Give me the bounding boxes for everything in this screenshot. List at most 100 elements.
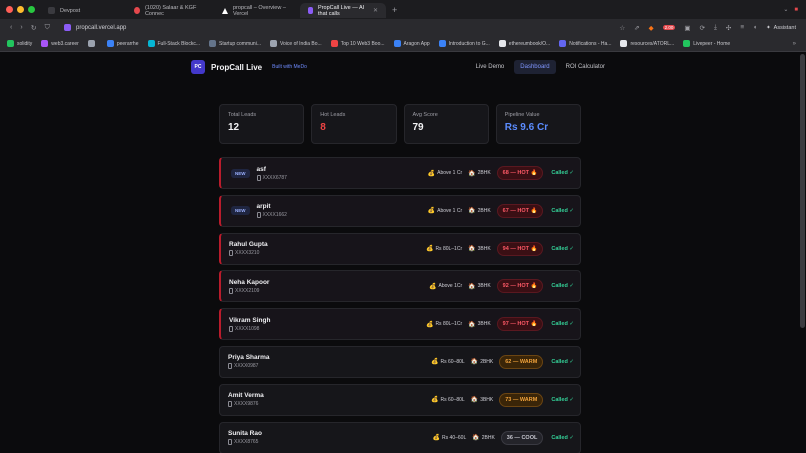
call-status: Called ✓ [551, 396, 574, 403]
bookmark-label: Top 10 Web3 Boo... [340, 40, 385, 47]
nav-live-demo[interactable]: Live Demo [470, 60, 511, 74]
browser-tab[interactable]: Devpost [40, 3, 126, 18]
url-field[interactable]: propcall.vercel.app [64, 24, 126, 31]
lead-name: arpit [256, 203, 271, 211]
bookmark-label: Full-Stack Blockc... [157, 40, 201, 47]
lead-row[interactable]: Amit Verma XXXX9876 💰 Rs 60–80L 🏠 3BHK 73 — WA… [219, 383, 581, 416]
lead-row[interactable]: Vikram Singh XXXX1098 💰 Rs 80L–1Cr 🏠 3BHK 97 —… [219, 308, 581, 341]
bookmark-item[interactable]: web3.career [41, 40, 79, 47]
bookmark-item[interactable]: Livepeer - Home [683, 40, 730, 47]
lead-row[interactable]: NEW asf XXXX6787 💰 Above 1 Cr 🏠 2BHK 68 — HOT 🔥… [219, 157, 581, 189]
bookmark-item[interactable]: Aragon App [393, 40, 430, 47]
phone-icon [228, 401, 232, 408]
site-info-icon[interactable] [64, 24, 71, 31]
tab-label: Devpost [60, 7, 81, 14]
bookmark-item[interactable]: Full-Stack Blockc... [147, 40, 201, 47]
nav-roi-calculator[interactable]: ROI Calculator [560, 60, 611, 74]
minimize-window-button[interactable] [17, 6, 24, 13]
bookmark-favicon-icon [209, 40, 217, 47]
bookmark-item[interactable]: Startup communi... [209, 40, 261, 47]
lead-row[interactable]: Sunita Rao XXXX8765 💰 Rs 40–60L 🏠 2BHK 36 — CO… [219, 421, 581, 453]
stat-card-total-leads: Total Leads 12 [219, 104, 305, 144]
budget-chip: 💰 Above 1 Cr [428, 207, 463, 215]
new-tab-button[interactable]: + [386, 5, 403, 15]
lead-meta: 💰 Rs 60–80L 🏠 3BHK 73 — WARM Called ✓ [431, 392, 574, 407]
lead-identity: Amit Verma XXXX9876 [228, 392, 264, 408]
budget-text: Rs 60–80L [440, 396, 465, 403]
extensions-icon[interactable]: ✣ [726, 24, 731, 32]
lead-row[interactable]: NEW arpit XXXX1662 💰 Above 1 Cr 🏠 2BHK 67 — HOT… [219, 194, 581, 227]
bhk-chip: 🏠 2BHK [468, 170, 491, 177]
bookmark-item[interactable]: Voice of India Bo... [269, 40, 322, 47]
more-bookmarks-icon[interactable]: » [793, 41, 806, 47]
forward-icon[interactable]: › [20, 24, 22, 32]
lead-phone: XXXX1662 [256, 212, 287, 219]
reload-icon[interactable]: ↻ [31, 24, 37, 32]
maximize-window-button[interactable] [28, 6, 35, 13]
budget-text: Rs 40–60L [442, 434, 467, 441]
bookmark-item[interactable]: resources/ATORL... [620, 40, 674, 47]
call-status: Called ✓ [551, 321, 574, 328]
wallet-icon[interactable]: ▣ [684, 24, 690, 32]
nav-dashboard[interactable]: Dashboard [514, 60, 556, 74]
leo-icon[interactable]: ◖ [753, 24, 757, 31]
bookmark-label: ethereumbook/O... [508, 40, 551, 47]
lead-identity: Neha Kapoor XXXX2109 [229, 279, 269, 294]
bookmark-label: Aragon App [403, 40, 430, 47]
bookmark-item[interactable]: solidity [7, 40, 32, 47]
bookmark-item[interactable] [87, 40, 98, 47]
stat-card-hot-leads: Hot Leads 8 [311, 104, 397, 144]
bookmark-item[interactable]: Top 10 Web3 Boo... [330, 40, 385, 47]
lead-meta: 💰 Rs 40–60L 🏠 2BHK 36 — COOL Called ✓ [433, 430, 574, 445]
share-icon[interactable]: ⇗ [634, 24, 639, 32]
bookmark-item[interactable]: ethereumbook/O... [498, 40, 551, 47]
lead-meta: 💰 Rs 80L–1Cr 🏠 3BHK 94 — HOT 🔥 Called ✓ [426, 241, 574, 256]
star-icon[interactable]: ☆ [619, 24, 625, 32]
menu-icon[interactable]: ≡ [740, 24, 744, 31]
lead-phone-number: XXXX2109 [235, 287, 260, 294]
bhk-text: 3BHK [480, 396, 494, 403]
download-icon[interactable]: ⤓ [714, 24, 717, 32]
house-icon: 🏠 [468, 283, 476, 290]
built-with-link[interactable]: Built with MeDo [272, 64, 307, 70]
close-window-button[interactable] [6, 6, 13, 13]
lead-name: Rahul Gupta [229, 241, 268, 249]
chevron-down-icon[interactable]: ⌄ [783, 6, 788, 13]
lead-phone-number: XXXX6787 [262, 174, 287, 181]
lead-identity: Sunita Rao XXXX8765 [228, 430, 262, 446]
browser-tab[interactable]: (1020) Salaar & KGF Connec [126, 3, 214, 18]
bhk-text: 2BHK [477, 170, 491, 176]
lead-name: Priya Sharma [228, 354, 270, 362]
lead-phone-number: XXXX1098 [235, 325, 260, 332]
lead-row[interactable]: Neha Kapoor XXXX2109 💰 Above 1Cr 🏠 3BHK 92 — H… [219, 270, 581, 303]
bookmark-item[interactable]: Introduction to G... [438, 40, 490, 47]
lead-identity: Rahul Gupta XXXX3210 [229, 241, 268, 257]
stat-value: 8 [320, 122, 326, 133]
assistant-button[interactable]: ✦ Assistant [766, 25, 796, 31]
extension-badge[interactable]: 2.00 [662, 24, 676, 31]
lead-row[interactable]: Priya Sharma XXXX0987 💰 Rs 60–80L 🏠 2BHK 62 — … [219, 345, 581, 378]
bookmark-favicon-icon [269, 40, 277, 47]
sync-icon[interactable]: ⟳ [700, 24, 705, 32]
browser-tab-active[interactable]: PropCall Live — AI that calls ✕ [300, 3, 386, 18]
close-tab-icon[interactable]: ✕ [373, 7, 378, 14]
score-badge: 62 — WARM [499, 354, 544, 369]
score-badge: 68 — HOT 🔥 [496, 166, 544, 180]
bhk-chip: 🏠 2BHK [472, 434, 495, 442]
page-scrollbar[interactable] [800, 54, 805, 328]
stat-card-pipeline-value: Pipeline Value Rs 9.6 Cr [495, 104, 581, 144]
lead-row[interactable]: Rahul Gupta XXXX3210 💰 Rs 80L–1Cr 🏠 3BHK 94 — … [219, 232, 581, 265]
stat-value: 12 [228, 122, 240, 133]
bookmark-page-icon[interactable]: ⛉ [45, 24, 50, 32]
back-icon[interactable]: ‹ [10, 24, 12, 32]
bhk-text: 3BHK [477, 321, 491, 328]
call-status: Called ✓ [551, 170, 574, 176]
bookmark-item[interactable]: peerarrhe [106, 40, 139, 47]
lead-phone-number: XXXX9876 [234, 401, 259, 408]
lead-phone: XXXX2109 [229, 287, 269, 294]
bookmark-item[interactable]: Notifications - Ha... [559, 40, 611, 47]
shield-icon[interactable]: ◆ [649, 24, 654, 32]
bhk-text: 2BHK [481, 434, 495, 441]
vpn-icon[interactable]: ■ [794, 7, 798, 13]
browser-tab[interactable]: propcall – Overview – Vercel [214, 3, 300, 18]
